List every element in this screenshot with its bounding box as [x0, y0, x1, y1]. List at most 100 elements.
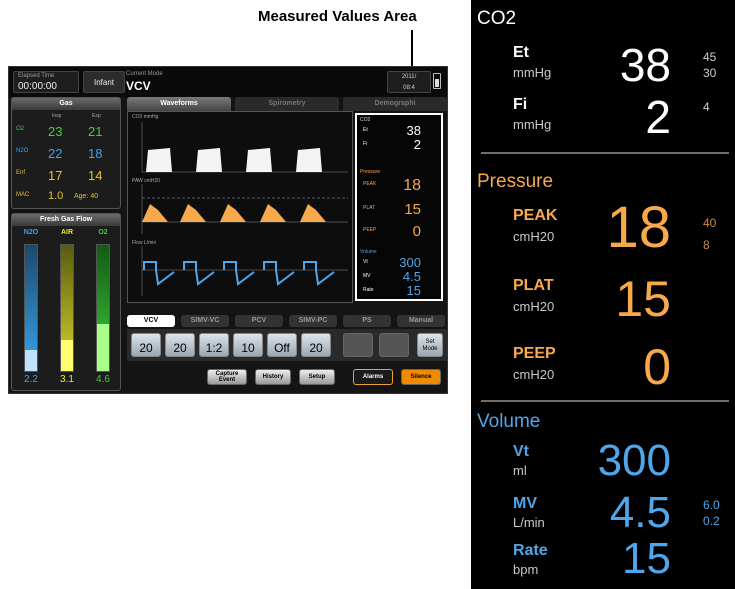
current-mode-value: VCV — [126, 79, 151, 93]
gas-insp-value: 23 — [48, 124, 63, 139]
rate-unit: bpm — [513, 562, 539, 577]
fi-limit-high: 4 — [703, 100, 710, 114]
pressure-section-title: Pressure — [477, 171, 554, 192]
measured-values-area-small: CO2 Et 38 Fi 2 Pressure PEAK 18 PLAT 15 … — [355, 113, 443, 301]
patient-type-button[interactable]: Infant — [83, 71, 125, 93]
gas-name: O2 — [16, 126, 25, 132]
mv-value: 4.5 — [609, 488, 671, 537]
mva-small-peep-label: PEEP — [363, 227, 377, 233]
flow-tube-n2o[interactable] — [24, 244, 38, 372]
set-mode-button[interactable]: Set Mode — [417, 333, 443, 357]
setting-button[interactable]: 10 — [233, 333, 263, 357]
gas-panel: Gas Insp Exp O2 23 21 N2O 22 18 Enf 17 1… — [11, 97, 121, 209]
gas-col-insp: Insp — [52, 113, 62, 119]
fgf-value-air: 3.1 — [60, 374, 74, 385]
waveform-graphics — [141, 122, 348, 296]
mode-tab-ps[interactable]: PS — [343, 315, 391, 327]
mva-small-et-label: Et — [363, 127, 368, 133]
vt-value: 300 — [597, 436, 671, 485]
flow-tube-o2[interactable] — [96, 244, 110, 372]
et-label: Et — [513, 44, 529, 61]
history-button[interactable]: History — [255, 369, 291, 385]
setting-button[interactable]: 20 — [131, 333, 161, 357]
et-unit: mmHg — [513, 65, 552, 80]
gas-panel-title: Gas — [12, 98, 120, 110]
vt-label: Vt — [513, 443, 529, 460]
mv-unit: L/min — [513, 515, 545, 530]
mva-small-peep-value: 0 — [412, 223, 421, 240]
top-status-bar: Elapsed Time 00:00:00 Infant Current Mod… — [9, 67, 447, 97]
tab-spirometry[interactable]: Spirometry — [235, 97, 339, 111]
flow-fill-o2 — [97, 324, 109, 371]
peak-limit-low: 8 — [703, 238, 710, 252]
tab-waveforms[interactable]: Waveforms — [127, 97, 231, 111]
setting-button[interactable]: 20 — [165, 333, 195, 357]
mva-small-et-value: 38 — [406, 123, 421, 138]
alarms-button[interactable]: Alarms — [353, 369, 393, 385]
mva-small-mv-label: MV — [363, 273, 371, 279]
fi-unit: mmHg — [513, 117, 552, 132]
gas-row-o2: O2 23 21 — [12, 122, 120, 142]
view-tabs: Waveforms Spirometry Demographi — [127, 97, 447, 111]
mac-value: 1.0 — [48, 190, 64, 202]
fgf-value-o2: 4.6 — [96, 374, 110, 385]
mva-small-co2-title: CO2 — [360, 117, 371, 123]
mode-tab-pcv[interactable]: PCV — [235, 315, 283, 327]
gas-name: MAC — [16, 192, 30, 198]
peak-limit-high: 40 — [703, 216, 717, 230]
rate-label: Rate — [513, 542, 548, 559]
et-limit-high: 45 — [703, 50, 717, 64]
fgf-value-n2o: 2.2 — [24, 374, 38, 385]
silence-button[interactable]: Silence — [401, 369, 441, 385]
age-value: Age: 40 — [74, 193, 99, 200]
mva-small-peak-value: 18 — [403, 177, 421, 194]
mva-small-fi-label: Fi — [363, 141, 368, 147]
setting-button[interactable]: 1:2 — [199, 333, 229, 357]
mva-small-vt-value: 300 — [399, 255, 421, 270]
mode-tab-manual[interactable]: Manual — [397, 315, 445, 327]
capture-event-button[interactable]: Capture Event — [207, 369, 247, 385]
mode-tab-simv-vc[interactable]: SIMV-VC — [181, 315, 229, 327]
time-text: 08:4 — [403, 85, 415, 91]
peep-value: 0 — [643, 339, 671, 395]
mva-small-plat-label: PLAT — [363, 205, 376, 211]
gas-name: N2O — [16, 148, 29, 154]
setting-button-empty — [343, 333, 373, 357]
co2-section-title: CO2 — [477, 8, 517, 29]
vt-unit: ml — [513, 463, 527, 478]
plat-label: PLAT — [513, 277, 554, 294]
fresh-gas-flow-panel: Fresh Gas Flow N2O AIR O2 2.2 3.1 4.6 — [11, 213, 121, 391]
gas-col-exp: Exp — [92, 113, 101, 119]
mva-small-vt-label: Vt — [363, 259, 368, 265]
elapsed-time-box[interactable]: Elapsed Time 00:00:00 — [13, 71, 79, 93]
plat-value: 15 — [615, 271, 671, 327]
mva-small-plat-value: 15 — [404, 201, 421, 218]
fgf-label-o2: O2 — [98, 229, 108, 236]
flow-fill-n2o — [25, 349, 37, 371]
mva-small-rate-value: 15 — [406, 283, 421, 298]
mva-small-pressure-title: Pressure — [360, 169, 381, 175]
ventilator-screen: Elapsed Time 00:00:00 Infant Current Mod… — [8, 66, 448, 394]
fgf-panel-title: Fresh Gas Flow — [12, 214, 120, 226]
setup-button[interactable]: Setup — [299, 369, 335, 385]
setting-button[interactable]: 20 — [301, 333, 331, 357]
mode-tab-simv-pc[interactable]: SIMV-PC — [289, 315, 337, 327]
mv-limit-high: 6.0 — [703, 498, 720, 512]
flow-tube-air[interactable] — [60, 244, 74, 372]
ventilation-mode-tabs: VCV SIMV-VC PCV SIMV-PC PS Manual — [127, 315, 447, 329]
setting-button[interactable]: Off — [267, 333, 297, 357]
peak-unit: cmH20 — [513, 229, 555, 244]
ventilation-settings-bar: 20 20 1:2 10 Off 20 Set Mode — [127, 329, 447, 361]
gas-row-mac: MAC 1.0 Age: 40 — [12, 188, 120, 208]
setting-button-empty — [379, 333, 409, 357]
mva-small-peak-label: PEAK — [363, 181, 377, 187]
caption-measured-values-area: Measured Values Area — [258, 8, 417, 25]
elapsed-time-value: 00:00:00 — [18, 81, 57, 92]
rate-value: 15 — [622, 534, 671, 583]
mode-tab-vcv[interactable]: VCV — [127, 315, 175, 327]
volume-section-title: Volume — [477, 411, 541, 432]
battery-icon — [433, 73, 441, 89]
section-divider — [481, 400, 729, 402]
tab-demographics[interactable]: Demographi — [343, 97, 447, 111]
gas-exp-value: 21 — [88, 124, 103, 139]
